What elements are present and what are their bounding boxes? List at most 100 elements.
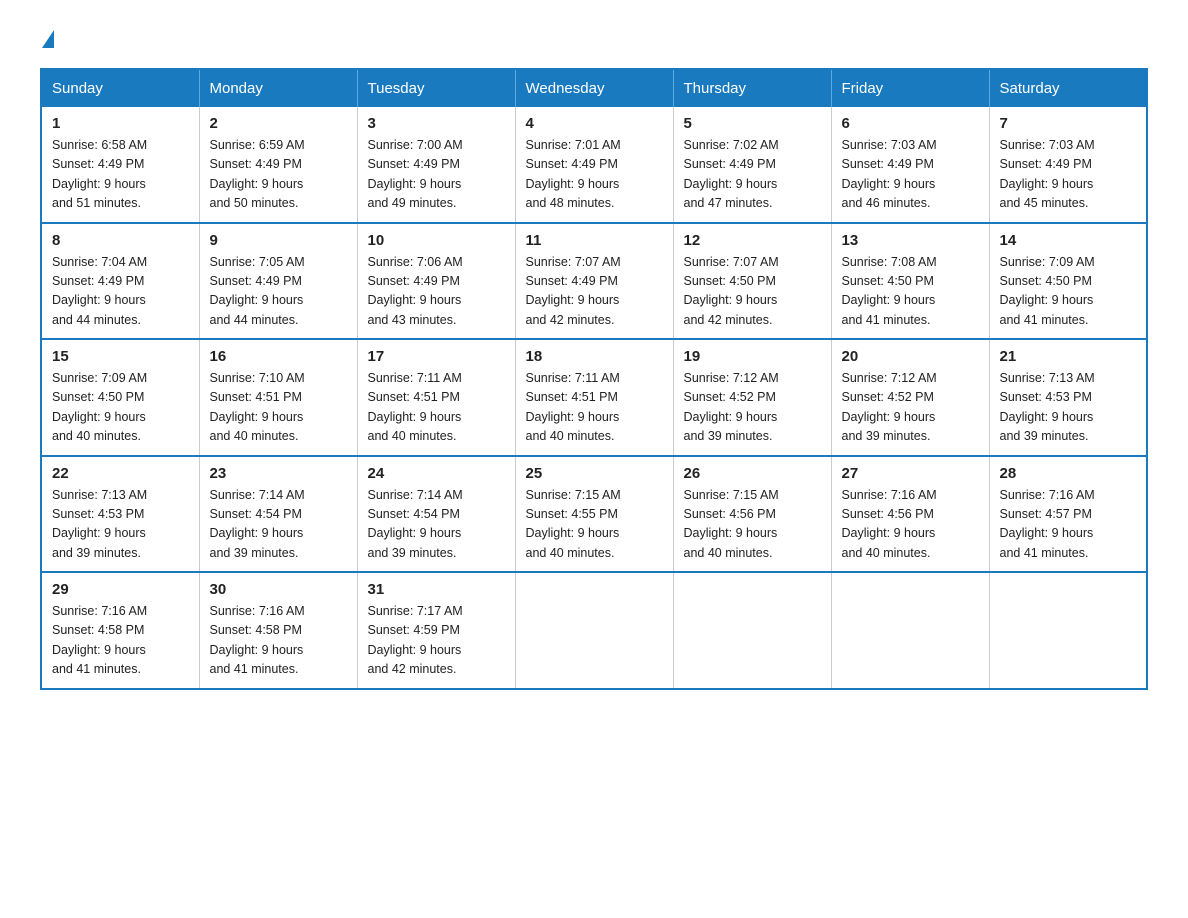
day-info: Sunrise: 7:01 AMSunset: 4:49 PMDaylight:… <box>526 138 621 210</box>
calendar-day-cell <box>515 572 673 689</box>
calendar-day-cell <box>673 572 831 689</box>
page-header <box>40 30 1148 48</box>
calendar-day-cell: 30 Sunrise: 7:16 AMSunset: 4:58 PMDaylig… <box>199 572 357 689</box>
day-info: Sunrise: 7:13 AMSunset: 4:53 PMDaylight:… <box>1000 371 1095 443</box>
day-info: Sunrise: 7:07 AMSunset: 4:50 PMDaylight:… <box>684 255 779 327</box>
day-info: Sunrise: 7:13 AMSunset: 4:53 PMDaylight:… <box>52 488 147 560</box>
calendar-day-cell: 21 Sunrise: 7:13 AMSunset: 4:53 PMDaylig… <box>989 339 1147 456</box>
day-number: 14 <box>1000 232 1137 249</box>
day-info: Sunrise: 7:11 AMSunset: 4:51 PMDaylight:… <box>526 371 620 443</box>
calendar-day-cell: 22 Sunrise: 7:13 AMSunset: 4:53 PMDaylig… <box>41 456 199 573</box>
header-row: SundayMondayTuesdayWednesdayThursdayFrid… <box>41 69 1147 107</box>
header-day-saturday: Saturday <box>989 69 1147 107</box>
day-number: 28 <box>1000 465 1137 482</box>
day-number: 20 <box>842 348 979 365</box>
calendar-day-cell: 31 Sunrise: 7:17 AMSunset: 4:59 PMDaylig… <box>357 572 515 689</box>
calendar-day-cell: 28 Sunrise: 7:16 AMSunset: 4:57 PMDaylig… <box>989 456 1147 573</box>
day-number: 12 <box>684 232 821 249</box>
day-number: 19 <box>684 348 821 365</box>
calendar-day-cell: 2 Sunrise: 6:59 AMSunset: 4:49 PMDayligh… <box>199 107 357 223</box>
calendar-week-row: 22 Sunrise: 7:13 AMSunset: 4:53 PMDaylig… <box>41 456 1147 573</box>
calendar-day-cell: 9 Sunrise: 7:05 AMSunset: 4:49 PMDayligh… <box>199 223 357 340</box>
day-number: 24 <box>368 465 505 482</box>
day-info: Sunrise: 7:04 AMSunset: 4:49 PMDaylight:… <box>52 255 147 327</box>
calendar-day-cell: 6 Sunrise: 7:03 AMSunset: 4:49 PMDayligh… <box>831 107 989 223</box>
day-info: Sunrise: 7:16 AMSunset: 4:57 PMDaylight:… <box>1000 488 1095 560</box>
calendar-day-cell: 3 Sunrise: 7:00 AMSunset: 4:49 PMDayligh… <box>357 107 515 223</box>
day-info: Sunrise: 7:10 AMSunset: 4:51 PMDaylight:… <box>210 371 305 443</box>
logo-triangle-icon <box>42 30 54 48</box>
day-number: 6 <box>842 115 979 132</box>
day-info: Sunrise: 7:17 AMSunset: 4:59 PMDaylight:… <box>368 604 463 676</box>
day-info: Sunrise: 7:16 AMSunset: 4:56 PMDaylight:… <box>842 488 937 560</box>
day-number: 18 <box>526 348 663 365</box>
day-number: 4 <box>526 115 663 132</box>
calendar-day-cell: 5 Sunrise: 7:02 AMSunset: 4:49 PMDayligh… <box>673 107 831 223</box>
header-day-thursday: Thursday <box>673 69 831 107</box>
day-number: 26 <box>684 465 821 482</box>
calendar-day-cell: 7 Sunrise: 7:03 AMSunset: 4:49 PMDayligh… <box>989 107 1147 223</box>
calendar-day-cell: 16 Sunrise: 7:10 AMSunset: 4:51 PMDaylig… <box>199 339 357 456</box>
day-info: Sunrise: 7:15 AMSunset: 4:55 PMDaylight:… <box>526 488 621 560</box>
day-number: 11 <box>526 232 663 249</box>
day-info: Sunrise: 7:12 AMSunset: 4:52 PMDaylight:… <box>684 371 779 443</box>
day-info: Sunrise: 7:14 AMSunset: 4:54 PMDaylight:… <box>210 488 305 560</box>
calendar-day-cell: 18 Sunrise: 7:11 AMSunset: 4:51 PMDaylig… <box>515 339 673 456</box>
calendar-day-cell: 11 Sunrise: 7:07 AMSunset: 4:49 PMDaylig… <box>515 223 673 340</box>
logo <box>40 30 54 48</box>
day-info: Sunrise: 7:07 AMSunset: 4:49 PMDaylight:… <box>526 255 621 327</box>
day-number: 2 <box>210 115 347 132</box>
day-info: Sunrise: 7:05 AMSunset: 4:49 PMDaylight:… <box>210 255 305 327</box>
header-day-wednesday: Wednesday <box>515 69 673 107</box>
day-number: 17 <box>368 348 505 365</box>
day-info: Sunrise: 7:14 AMSunset: 4:54 PMDaylight:… <box>368 488 463 560</box>
calendar-body: 1 Sunrise: 6:58 AMSunset: 4:49 PMDayligh… <box>41 107 1147 689</box>
day-info: Sunrise: 7:16 AMSunset: 4:58 PMDaylight:… <box>210 604 305 676</box>
day-number: 5 <box>684 115 821 132</box>
calendar-day-cell: 13 Sunrise: 7:08 AMSunset: 4:50 PMDaylig… <box>831 223 989 340</box>
day-number: 21 <box>1000 348 1137 365</box>
calendar-day-cell: 12 Sunrise: 7:07 AMSunset: 4:50 PMDaylig… <box>673 223 831 340</box>
day-number: 9 <box>210 232 347 249</box>
day-number: 22 <box>52 465 189 482</box>
calendar-day-cell: 10 Sunrise: 7:06 AMSunset: 4:49 PMDaylig… <box>357 223 515 340</box>
header-day-friday: Friday <box>831 69 989 107</box>
day-info: Sunrise: 7:02 AMSunset: 4:49 PMDaylight:… <box>684 138 779 210</box>
day-number: 7 <box>1000 115 1137 132</box>
day-number: 30 <box>210 581 347 598</box>
calendar-day-cell: 27 Sunrise: 7:16 AMSunset: 4:56 PMDaylig… <box>831 456 989 573</box>
calendar-week-row: 15 Sunrise: 7:09 AMSunset: 4:50 PMDaylig… <box>41 339 1147 456</box>
day-number: 15 <box>52 348 189 365</box>
day-info: Sunrise: 7:11 AMSunset: 4:51 PMDaylight:… <box>368 371 462 443</box>
calendar-day-cell: 20 Sunrise: 7:12 AMSunset: 4:52 PMDaylig… <box>831 339 989 456</box>
calendar-week-row: 29 Sunrise: 7:16 AMSunset: 4:58 PMDaylig… <box>41 572 1147 689</box>
day-info: Sunrise: 7:08 AMSunset: 4:50 PMDaylight:… <box>842 255 937 327</box>
day-number: 23 <box>210 465 347 482</box>
day-info: Sunrise: 6:59 AMSunset: 4:49 PMDaylight:… <box>210 138 305 210</box>
day-info: Sunrise: 6:58 AMSunset: 4:49 PMDaylight:… <box>52 138 147 210</box>
calendar-day-cell: 24 Sunrise: 7:14 AMSunset: 4:54 PMDaylig… <box>357 456 515 573</box>
calendar-day-cell: 26 Sunrise: 7:15 AMSunset: 4:56 PMDaylig… <box>673 456 831 573</box>
day-info: Sunrise: 7:09 AMSunset: 4:50 PMDaylight:… <box>52 371 147 443</box>
calendar-week-row: 8 Sunrise: 7:04 AMSunset: 4:49 PMDayligh… <box>41 223 1147 340</box>
header-day-monday: Monday <box>199 69 357 107</box>
calendar-table: SundayMondayTuesdayWednesdayThursdayFrid… <box>40 68 1148 690</box>
day-info: Sunrise: 7:12 AMSunset: 4:52 PMDaylight:… <box>842 371 937 443</box>
calendar-day-cell <box>989 572 1147 689</box>
day-info: Sunrise: 7:03 AMSunset: 4:49 PMDaylight:… <box>1000 138 1095 210</box>
day-number: 10 <box>368 232 505 249</box>
day-number: 1 <box>52 115 189 132</box>
header-day-sunday: Sunday <box>41 69 199 107</box>
day-number: 8 <box>52 232 189 249</box>
day-number: 25 <box>526 465 663 482</box>
calendar-day-cell: 25 Sunrise: 7:15 AMSunset: 4:55 PMDaylig… <box>515 456 673 573</box>
calendar-week-row: 1 Sunrise: 6:58 AMSunset: 4:49 PMDayligh… <box>41 107 1147 223</box>
day-number: 31 <box>368 581 505 598</box>
calendar-day-cell: 1 Sunrise: 6:58 AMSunset: 4:49 PMDayligh… <box>41 107 199 223</box>
day-info: Sunrise: 7:15 AMSunset: 4:56 PMDaylight:… <box>684 488 779 560</box>
calendar-day-cell: 29 Sunrise: 7:16 AMSunset: 4:58 PMDaylig… <box>41 572 199 689</box>
calendar-day-cell: 8 Sunrise: 7:04 AMSunset: 4:49 PMDayligh… <box>41 223 199 340</box>
day-number: 27 <box>842 465 979 482</box>
calendar-day-cell: 4 Sunrise: 7:01 AMSunset: 4:49 PMDayligh… <box>515 107 673 223</box>
day-info: Sunrise: 7:16 AMSunset: 4:58 PMDaylight:… <box>52 604 147 676</box>
